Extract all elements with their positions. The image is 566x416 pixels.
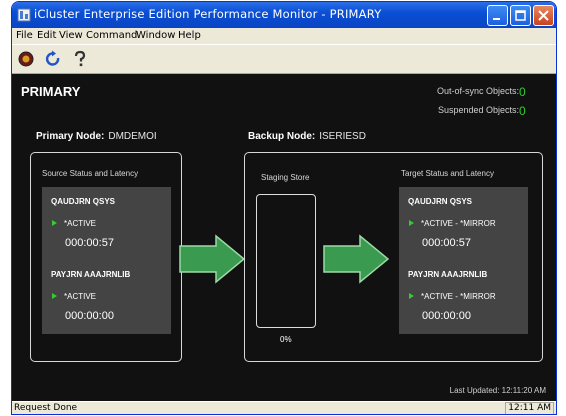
staging-title: Staging Store bbox=[261, 173, 310, 182]
help-icon bbox=[74, 50, 86, 67]
suspended-value: 0 bbox=[519, 104, 526, 118]
primary-node-label: Primary Node: bbox=[36, 131, 105, 142]
journal-status: *ACTIVE bbox=[64, 219, 97, 228]
out-of-sync-label: Out-of-sync Objects: bbox=[436, 86, 519, 96]
connect-button[interactable] bbox=[16, 49, 36, 69]
backup-node: Backup Node: ISERIESD bbox=[248, 131, 366, 142]
staging-store-gauge bbox=[256, 194, 316, 328]
target-journal-qaudjrn[interactable]: QAUDJRN QSYS *ACTIVE - *MIRROR 000:00:57 bbox=[399, 187, 528, 261]
journal-name: QAUDJRN QSYS bbox=[51, 197, 116, 206]
suspended-label: Suspended Objects: bbox=[437, 105, 519, 115]
system-name: PRIMARY bbox=[21, 84, 81, 99]
window-title: iCluster Enterprise Edition Performance … bbox=[34, 7, 382, 21]
arrow-right-icon bbox=[179, 234, 246, 284]
target-title: Target Status and Latency bbox=[401, 169, 494, 178]
play-icon bbox=[52, 220, 57, 226]
target-journal-payjrn[interactable]: PAYJRN AAAJRNLIB *ACTIVE - *MIRROR 000:0… bbox=[399, 260, 528, 334]
minimize-button[interactable] bbox=[487, 5, 508, 26]
out-of-sync-value: 0 bbox=[519, 85, 526, 99]
maximize-button[interactable] bbox=[510, 5, 531, 26]
play-icon bbox=[52, 293, 57, 299]
journal-name: QAUDJRN QSYS bbox=[408, 197, 473, 206]
journal-name: PAYJRN AAAJRNLIB bbox=[408, 270, 488, 279]
journal-status: *ACTIVE - *MIRROR bbox=[421, 292, 496, 301]
source-journal-qaudjrn[interactable]: QAUDJRN QSYS *ACTIVE 000:00:57 bbox=[42, 187, 171, 261]
menu-command[interactable]: Command bbox=[86, 30, 137, 41]
connect-icon bbox=[18, 51, 34, 67]
menu-bar: File Edit View Command Window Help bbox=[12, 28, 556, 44]
close-icon bbox=[538, 10, 549, 21]
journal-status: *ACTIVE - *MIRROR bbox=[421, 219, 496, 228]
backup-node-label: Backup Node: bbox=[248, 131, 316, 142]
refresh-button[interactable] bbox=[43, 49, 63, 69]
source-title: Source Status and Latency bbox=[42, 169, 139, 178]
toolbar bbox=[12, 44, 556, 74]
journal-status: *ACTIVE bbox=[64, 292, 97, 301]
backup-node-value: ISERIESD bbox=[319, 131, 366, 142]
status-bar: Request Done 12:11 AM bbox=[12, 401, 556, 414]
play-icon bbox=[409, 293, 414, 299]
journal-name: PAYJRN AAAJRNLIB bbox=[51, 270, 131, 279]
play-icon bbox=[409, 220, 414, 226]
journal-latency: 000:00:57 bbox=[65, 237, 114, 249]
status-text: Request Done bbox=[14, 403, 78, 413]
journal-latency: 000:00:57 bbox=[422, 237, 471, 249]
title-bar[interactable]: iCluster Enterprise Edition Performance … bbox=[12, 2, 556, 28]
primary-node: Primary Node: DMDEMOI bbox=[36, 131, 157, 142]
journal-latency: 000:00:00 bbox=[422, 310, 471, 322]
help-button[interactable] bbox=[70, 49, 90, 69]
journal-latency: 000:00:00 bbox=[65, 310, 114, 322]
menu-help[interactable]: Help bbox=[178, 30, 201, 41]
arrow-right-icon bbox=[323, 234, 390, 284]
staging-percent: 0% bbox=[280, 335, 292, 344]
last-updated: Last Updated: 12:11:20 AM bbox=[449, 386, 546, 395]
app-window: iCluster Enterprise Edition Performance … bbox=[12, 2, 556, 414]
menu-edit[interactable]: Edit bbox=[37, 30, 56, 41]
maximize-icon bbox=[515, 10, 526, 21]
close-button[interactable] bbox=[533, 5, 554, 26]
menu-view[interactable]: View bbox=[59, 30, 83, 41]
monitor-panel: PRIMARY Out-of-sync Objects: 0 Suspended… bbox=[12, 74, 556, 401]
menu-file[interactable]: File bbox=[16, 30, 33, 41]
source-journal-payjrn[interactable]: PAYJRN AAAJRNLIB *ACTIVE 000:00:00 bbox=[42, 260, 171, 334]
app-icon bbox=[17, 8, 31, 22]
status-time: 12:11 AM bbox=[505, 402, 554, 414]
minimize-icon bbox=[493, 18, 500, 20]
menu-window[interactable]: Window bbox=[136, 30, 175, 41]
refresh-icon bbox=[45, 50, 60, 66]
primary-node-value: DMDEMOI bbox=[108, 131, 157, 142]
